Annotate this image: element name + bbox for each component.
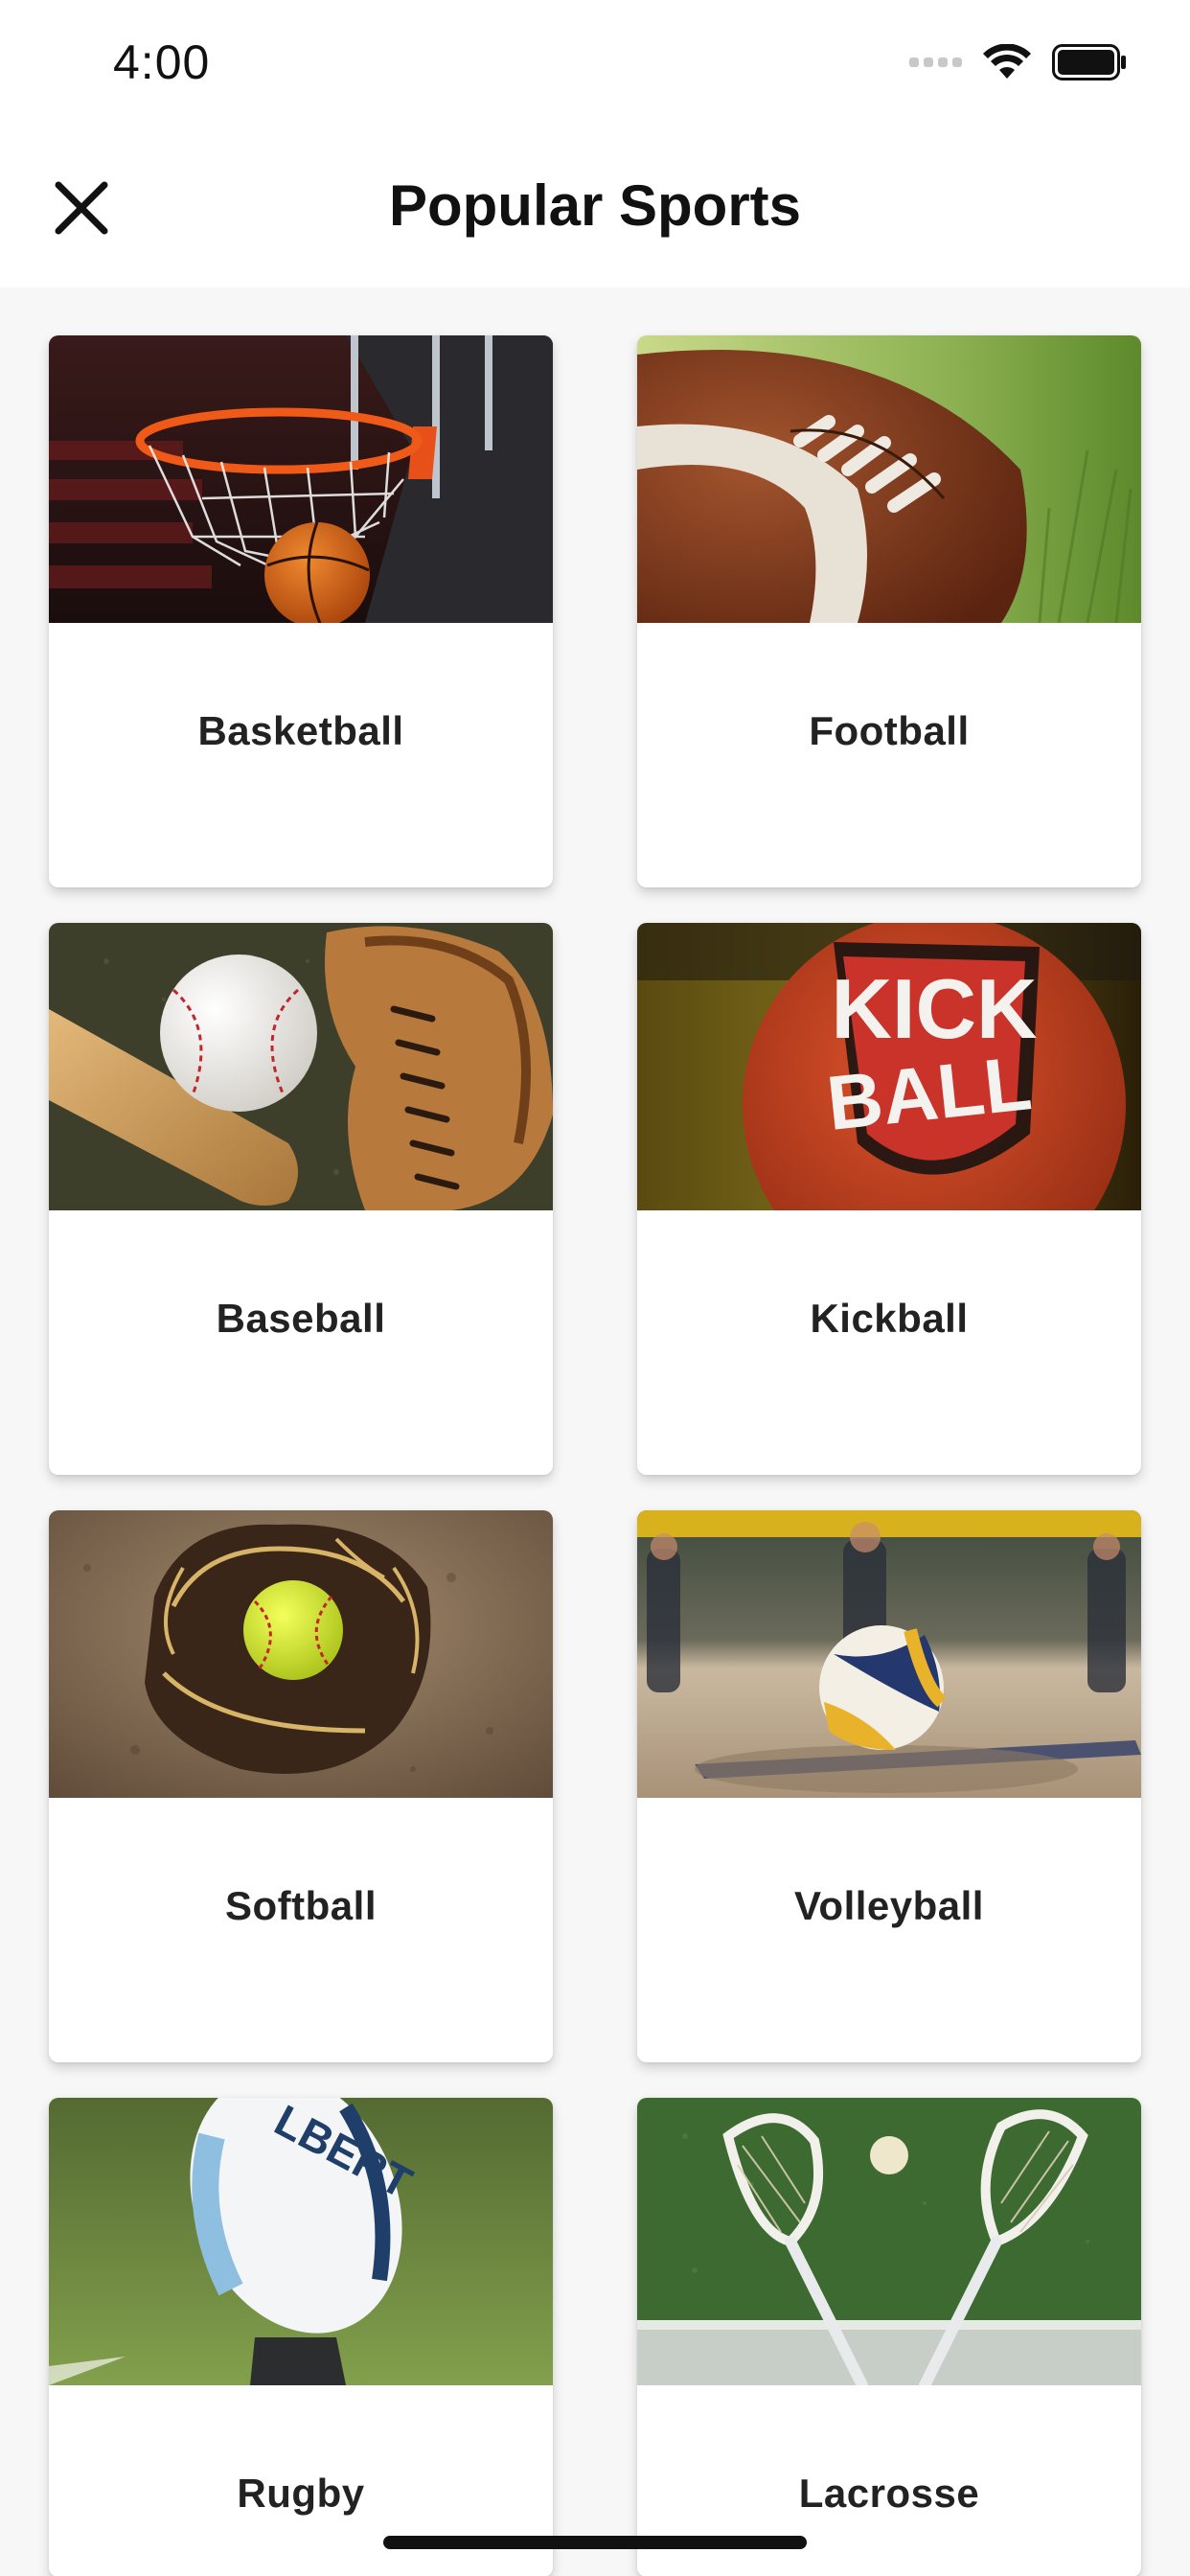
status-bar: 4:00: [0, 0, 1190, 125]
sport-card-kickball[interactable]: KICK BALL Kickball: [637, 923, 1141, 1475]
battery-icon: [1052, 44, 1127, 80]
basketball-hoop-photo: [49, 335, 553, 623]
home-indicator[interactable]: [383, 2536, 807, 2549]
sport-card-lacrosse[interactable]: Lacrosse: [637, 2098, 1141, 2576]
softball-glove-photo: [49, 1510, 553, 1798]
american-football-photo: [637, 335, 1141, 623]
sport-card-volleyball[interactable]: Volleyball: [637, 1510, 1141, 2062]
beach-volleyball-photo: [637, 1510, 1141, 1798]
app-screen: 4:00 Popular Sports Basketball Football …: [0, 0, 1190, 2576]
cellular-signal-icon: [909, 58, 962, 67]
wifi-icon: [983, 44, 1031, 80]
baseball-bat-glove-photo: [49, 923, 553, 1210]
navigation-bar: Popular Sports: [0, 125, 1190, 288]
sport-card-baseball[interactable]: Baseball: [49, 923, 553, 1475]
sport-card-football[interactable]: Football: [637, 335, 1141, 887]
rugby-ball-photo: LBERT: [49, 2098, 553, 2385]
sport-card-softball[interactable]: Softball: [49, 1510, 553, 2062]
sport-label: Kickball: [810, 1296, 969, 1341]
kickball-photo: KICK BALL: [637, 923, 1141, 1210]
sport-label: Volleyball: [794, 1883, 984, 1928]
status-icons: [909, 44, 1127, 80]
sport-card-basketball[interactable]: Basketball: [49, 335, 553, 887]
status-time: 4:00: [113, 35, 211, 89]
sport-label: Softball: [225, 1883, 377, 1928]
page-title: Popular Sports: [388, 173, 802, 238]
sport-label: Baseball: [216, 1296, 386, 1341]
sport-label: Basketball: [197, 708, 404, 753]
sport-card-rugby[interactable]: LBERT Rugby: [49, 2098, 553, 2576]
lacrosse-sticks-photo: [637, 2098, 1141, 2385]
sport-label: Football: [809, 708, 970, 753]
